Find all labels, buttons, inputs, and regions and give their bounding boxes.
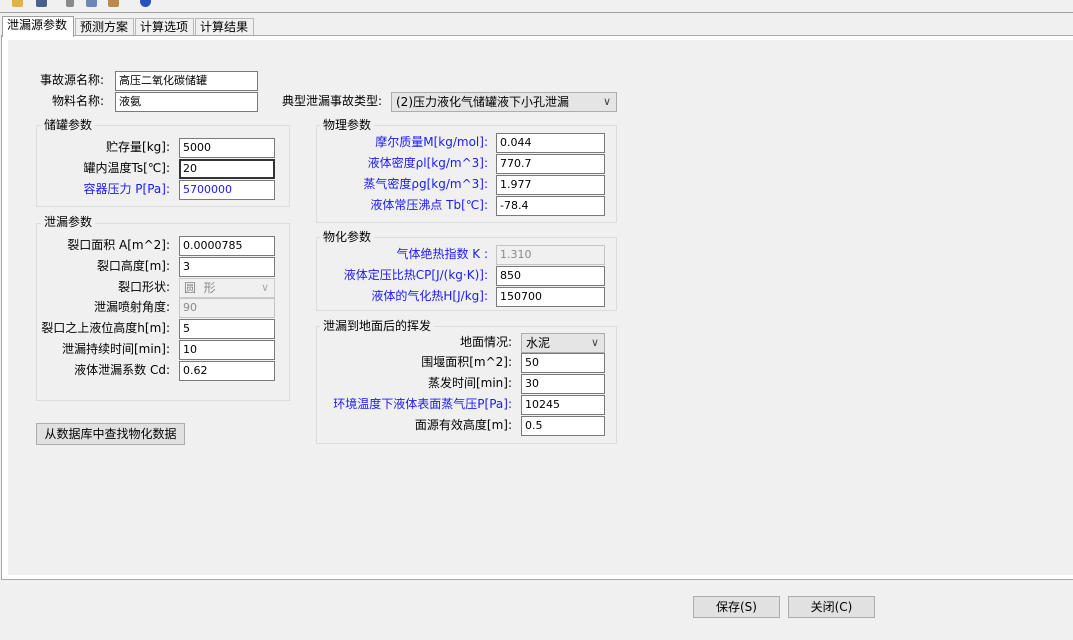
chevron-down-icon: ∨ bbox=[602, 95, 611, 108]
discharge-coef-field[interactable]: 0.62 bbox=[179, 361, 275, 381]
chevron-down-icon: ∨ bbox=[590, 336, 599, 349]
crack-shape-label: 裂口形状: bbox=[117, 280, 170, 294]
specific-heat-field[interactable]: 850 bbox=[496, 266, 605, 286]
evap-time-field[interactable]: 30 bbox=[521, 374, 605, 394]
save-button[interactable]: 保存(S) bbox=[693, 596, 780, 618]
toolbar-divider bbox=[0, 12, 1073, 13]
vapor-density-field[interactable]: 1.977 bbox=[496, 175, 605, 195]
evap-time-label: 蒸发时间[min]: bbox=[427, 376, 512, 390]
leak-params-title: 泄漏参数 bbox=[41, 215, 96, 229]
storage-amount-label: 贮存量[kg]: bbox=[106, 140, 170, 154]
heat-ratio-field: 1.310 bbox=[496, 245, 605, 265]
discharge-coef-label: 液体泄漏系数 Cd: bbox=[74, 363, 170, 377]
tank-temp-label: 罐内温度Ts[℃]: bbox=[83, 161, 170, 175]
boiling-point-field[interactable]: -78.4 bbox=[496, 196, 605, 216]
liquid-density-label: 液体密度ρl[kg/m^3]: bbox=[367, 156, 488, 170]
help-icon[interactable] bbox=[140, 0, 151, 7]
source-height-label: 面源有效高度[m]: bbox=[414, 418, 512, 432]
save-disk-icon[interactable] bbox=[36, 0, 47, 7]
vapor-pressure-field[interactable]: 10245 bbox=[521, 395, 605, 415]
source-name-label: 事故源名称: bbox=[39, 73, 104, 87]
ground-label: 地面情况: bbox=[459, 335, 512, 349]
crack-shape-select: 圆 形 ∨ bbox=[179, 278, 275, 298]
liquid-height-field[interactable]: 5 bbox=[179, 319, 275, 339]
source-height-field[interactable]: 0.5 bbox=[521, 416, 605, 436]
source-name-field[interactable]: 高压二氧化碳储罐 bbox=[115, 71, 258, 91]
crack-height-label: 裂口高度[m]: bbox=[96, 259, 170, 273]
jet-angle-label: 泄漏喷射角度: bbox=[93, 300, 170, 314]
bund-area-field[interactable]: 50 bbox=[521, 353, 605, 373]
evaporation-title: 泄漏到地面后的挥发 bbox=[320, 319, 435, 333]
material-label: 物料名称: bbox=[51, 94, 104, 108]
bund-area-label: 围堰面积[m^2]: bbox=[421, 355, 512, 369]
crack-area-field[interactable]: 0.0000785 bbox=[179, 236, 275, 256]
tab-calc-options[interactable]: 计算选项 bbox=[135, 18, 194, 36]
vaporization-heat-field[interactable]: 150700 bbox=[496, 287, 605, 307]
heat-ratio-label: 气体绝热指数 K : bbox=[396, 247, 488, 261]
accident-type-select[interactable]: (2)压力液化气储罐液下小孔泄漏 ∨ bbox=[391, 92, 617, 112]
vapor-density-label: 蒸气密度ρg[kg/m^3]: bbox=[363, 177, 488, 191]
crack-height-field[interactable]: 3 bbox=[179, 257, 275, 277]
tab-prediction-plan[interactable]: 预测方案 bbox=[75, 18, 134, 36]
crack-area-label: 裂口面积 A[m^2]: bbox=[67, 238, 170, 252]
vaporization-heat-label: 液体的气化热H[J/kg]: bbox=[371, 289, 488, 303]
vapor-pressure-label: 环境温度下液体表面蒸气压P[Pa]: bbox=[333, 397, 512, 411]
copy-icon[interactable] bbox=[86, 0, 97, 7]
ground-value: 水泥 bbox=[526, 336, 551, 350]
specific-heat-label: 液体定压比热CP[J/(kg·K)]: bbox=[343, 268, 488, 282]
molar-mass-field[interactable]: 0.044 bbox=[496, 133, 605, 153]
liquid-density-field[interactable]: 770.7 bbox=[496, 154, 605, 174]
folder-open-icon[interactable] bbox=[12, 0, 23, 7]
accident-type-label: 典型泄漏事故类型: bbox=[281, 94, 382, 108]
tab-calc-results[interactable]: 计算结果 bbox=[195, 18, 254, 36]
db-lookup-button[interactable]: 从数据库中查找物化数据 bbox=[36, 423, 185, 445]
leak-duration-field[interactable]: 10 bbox=[179, 340, 275, 360]
close-button[interactable]: 关闭(C) bbox=[788, 596, 875, 618]
tank-params-title: 储罐参数 bbox=[41, 118, 96, 132]
crack-shape-value: 圆 形 bbox=[184, 281, 216, 295]
container-pressure-label: 容器压力 P[Pa]: bbox=[83, 182, 170, 196]
phys-params-title: 物理参数 bbox=[320, 118, 375, 132]
chevron-down-icon: ∨ bbox=[260, 281, 269, 294]
boiling-point-label: 液体常压沸点 Tb[℃]: bbox=[370, 198, 488, 212]
container-pressure-field[interactable]: 5700000 bbox=[179, 180, 275, 200]
tank-temp-field[interactable]: 20 bbox=[179, 159, 275, 179]
jet-angle-field: 90 bbox=[179, 298, 275, 318]
leak-duration-label: 泄漏持续时间[min]: bbox=[61, 342, 170, 356]
molar-mass-label: 摩尔质量M[kg/mol]: bbox=[375, 135, 488, 149]
toolbar bbox=[0, 0, 1073, 8]
chem-params-title: 物化参数 bbox=[320, 230, 375, 244]
material-field[interactable]: 液氨 bbox=[115, 92, 258, 112]
tab-leak-source-params[interactable]: 泄漏源参数 bbox=[2, 16, 74, 37]
liquid-height-label: 裂口之上液位高度h[m]: bbox=[41, 321, 170, 335]
cut-icon[interactable] bbox=[66, 0, 74, 7]
accident-type-value: (2)压力液化气储罐液下小孔泄漏 bbox=[396, 95, 569, 109]
paste-icon[interactable] bbox=[108, 0, 119, 7]
storage-amount-field[interactable]: 5000 bbox=[179, 138, 275, 158]
ground-select[interactable]: 水泥 ∨ bbox=[521, 333, 605, 353]
